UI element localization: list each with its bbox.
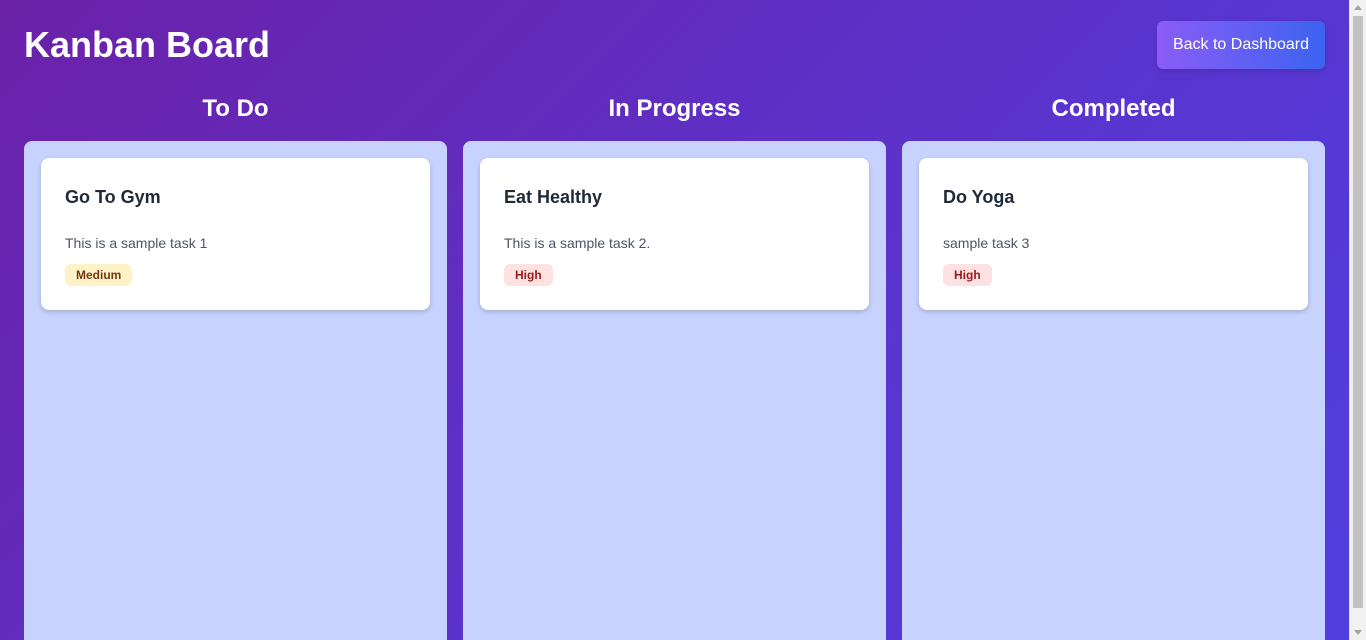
task-card[interactable]: Do Yoga sample task 3 High xyxy=(919,158,1308,310)
kanban-page: Kanban Board Back to Dashboard To Do Go … xyxy=(0,0,1349,640)
task-card[interactable]: Eat Healthy This is a sample task 2. Hig… xyxy=(480,158,869,310)
task-description: sample task 3 xyxy=(943,235,1030,251)
column-title-todo: To Do xyxy=(202,95,269,122)
scroll-up-arrow-icon[interactable] xyxy=(1354,5,1362,10)
scrollbar-thumb[interactable] xyxy=(1353,16,1363,608)
column-dropzone-in-progress[interactable]: Eat Healthy This is a sample task 2. Hig… xyxy=(463,141,886,640)
column-title-completed: Completed xyxy=(1051,95,1176,122)
column-dropzone-todo[interactable]: Go To Gym This is a sample task 1 Medium xyxy=(24,141,447,640)
task-title: Go To Gym xyxy=(65,187,161,207)
column-title-in-progress: In Progress xyxy=(608,95,741,122)
task-description: This is a sample task 1 xyxy=(65,235,208,251)
priority-badge: High xyxy=(504,264,553,286)
task-description: This is a sample task 2. xyxy=(504,235,651,251)
column-todo: To Do Go To Gym This is a sample task 1 … xyxy=(24,92,447,640)
priority-badge: Medium xyxy=(65,264,133,286)
back-to-dashboard-button[interactable]: Back to Dashboard xyxy=(1157,21,1325,69)
page-title: Kanban Board xyxy=(24,24,271,65)
task-title: Eat Healthy xyxy=(504,187,603,207)
vertical-scrollbar[interactable] xyxy=(1349,0,1366,640)
task-card[interactable]: Go To Gym This is a sample task 1 Medium xyxy=(41,158,430,310)
column-in-progress: In Progress Eat Healthy This is a sample… xyxy=(463,92,886,640)
task-title: Do Yoga xyxy=(943,187,1015,207)
column-dropzone-completed[interactable]: Do Yoga sample task 3 High xyxy=(902,141,1325,640)
header: Kanban Board Back to Dashboard xyxy=(24,21,1325,69)
column-completed: Completed Do Yoga sample task 3 High xyxy=(902,92,1325,640)
scroll-down-arrow-icon[interactable] xyxy=(1354,630,1362,635)
priority-badge: High xyxy=(943,264,992,286)
